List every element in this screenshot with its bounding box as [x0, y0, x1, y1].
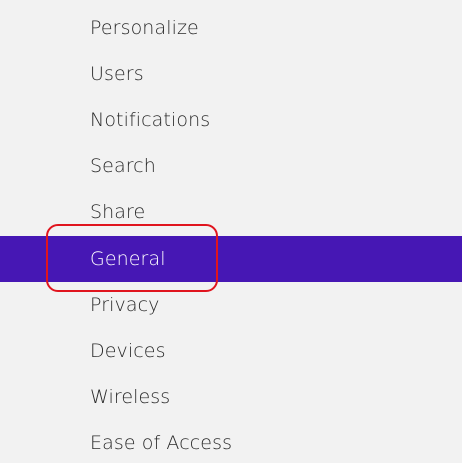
menu-item-notifications[interactable]: Notifications: [0, 97, 462, 143]
menu-item-personalize[interactable]: Personalize: [0, 5, 462, 51]
menu-item-general[interactable]: General: [0, 236, 462, 282]
menu-item-wireless[interactable]: Wireless: [0, 374, 462, 420]
menu-item-devices[interactable]: Devices: [0, 328, 462, 374]
menu-item-privacy[interactable]: Privacy: [0, 282, 462, 328]
settings-menu-panel: Personalize Users Notifications Search S…: [0, 0, 462, 463]
menu-item-ease-of-access[interactable]: Ease of Access: [0, 420, 462, 466]
menu-item-search[interactable]: Search: [0, 143, 462, 189]
menu-item-share[interactable]: Share: [0, 189, 462, 235]
menu-item-users[interactable]: Users: [0, 51, 462, 97]
